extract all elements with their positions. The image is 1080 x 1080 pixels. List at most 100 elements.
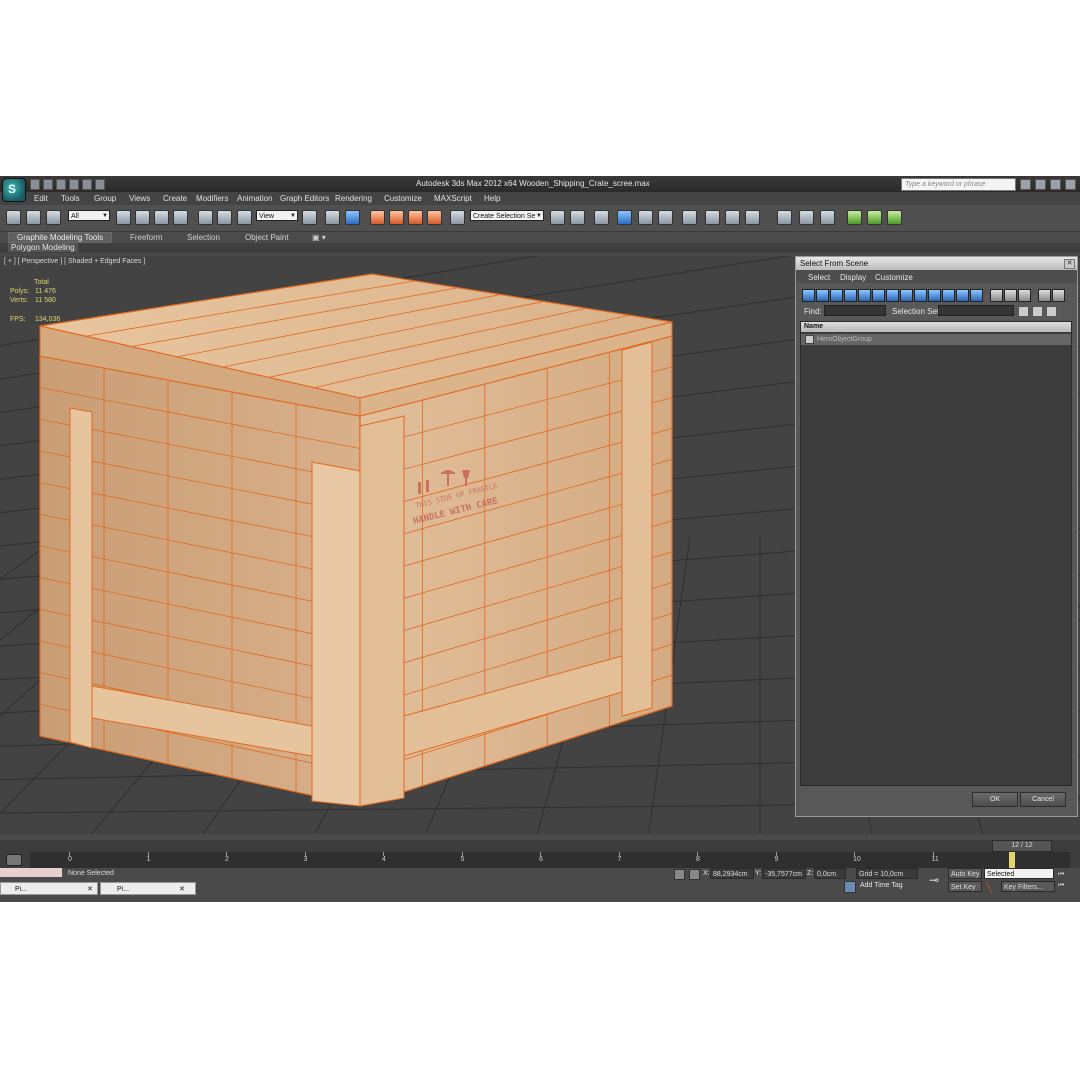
- close-icon[interactable]: ✕: [1064, 259, 1075, 269]
- rotate-icon[interactable]: [217, 210, 232, 225]
- display-helpers-icon[interactable]: [858, 289, 871, 302]
- display-cameras-icon[interactable]: [844, 289, 857, 302]
- select-and-link-icon[interactable]: [6, 210, 21, 225]
- z-coordinate-field[interactable]: 0,0cm: [814, 868, 846, 879]
- minimized-window-1[interactable]: Pi... ✕: [0, 882, 98, 895]
- set-key-key-icon[interactable]: ⊸: [924, 870, 944, 890]
- time-tag-icon[interactable]: [844, 881, 856, 893]
- x-coordinate-field[interactable]: 88,2934cm: [710, 868, 754, 879]
- select-manipulate-icon[interactable]: [325, 210, 340, 225]
- percent-snap-icon[interactable]: [408, 210, 423, 225]
- tab-object-paint[interactable]: Object Paint: [245, 233, 289, 242]
- time-slider-handle[interactable]: [1009, 852, 1015, 868]
- tab-graphite-modeling-tools[interactable]: Graphite Modeling Tools: [8, 232, 113, 243]
- add-time-tag[interactable]: Add Time Tag: [860, 882, 903, 889]
- reference-coordinate-dropdown[interactable]: View: [256, 210, 298, 222]
- populate-icon[interactable]: [820, 210, 835, 225]
- maxscript-listener-mini[interactable]: [0, 868, 62, 877]
- selection-set-dropdown[interactable]: [938, 305, 1014, 316]
- render-active-shade-icon[interactable]: [887, 210, 902, 225]
- find-input[interactable]: [824, 305, 886, 316]
- mini-curve-editor-icon[interactable]: [6, 854, 22, 866]
- schematic-view-icon[interactable]: [658, 210, 673, 225]
- menu-edit[interactable]: Edit: [34, 194, 48, 203]
- dialog-menu-customize[interactable]: Customize: [875, 273, 913, 282]
- align-icon[interactable]: [570, 210, 585, 225]
- absolute-mode-icon[interactable]: [689, 869, 700, 880]
- bind-space-warp-icon[interactable]: [46, 210, 61, 225]
- menu-group[interactable]: Group: [94, 194, 116, 203]
- layer-manager-icon[interactable]: [594, 210, 609, 225]
- create-selection-set-icon[interactable]: [1018, 306, 1029, 317]
- timeline-track[interactable]: 0 1 2 3 4 5 6 7 8 9 10 11: [30, 852, 1070, 868]
- select-object-icon[interactable]: [116, 210, 131, 225]
- tab-selection[interactable]: Selection: [187, 233, 220, 242]
- angle-snap-icon[interactable]: [389, 210, 404, 225]
- menu-tools[interactable]: Tools: [61, 194, 80, 203]
- spinner-snap-icon[interactable]: [427, 210, 442, 225]
- close-icon[interactable]: ✕: [179, 883, 185, 896]
- snaps-toggle-icon[interactable]: [370, 210, 385, 225]
- search-input[interactable]: Type a keyword or phrase: [901, 177, 1016, 191]
- menu-customize[interactable]: Customize: [384, 194, 422, 203]
- display-xrefs-icon[interactable]: [900, 289, 913, 302]
- display-hidden-icon[interactable]: [956, 289, 969, 302]
- ok-button[interactable]: OK: [972, 792, 1018, 807]
- curve-editor-icon[interactable]: [638, 210, 653, 225]
- key-filters-button[interactable]: Key Filters...: [1001, 881, 1055, 892]
- rendered-frame-window-icon[interactable]: [725, 210, 740, 225]
- frame-counter[interactable]: 12 / 12: [992, 840, 1052, 852]
- open-file-icon[interactable]: [43, 179, 53, 190]
- filter-dependents-icon[interactable]: [1052, 289, 1065, 302]
- dialog-menu-display[interactable]: Display: [840, 273, 866, 282]
- menu-animation[interactable]: Animation: [237, 194, 273, 203]
- named-selection-set-dropdown[interactable]: Create Selection Se: [470, 210, 544, 222]
- render-iterative-icon[interactable]: [867, 210, 882, 225]
- display-all-icon[interactable]: [970, 289, 983, 302]
- material-editor-icon[interactable]: [682, 210, 697, 225]
- close-icon[interactable]: ✕: [87, 883, 93, 896]
- help-icon[interactable]: [1065, 178, 1076, 190]
- menu-maxscript[interactable]: MAXScript: [434, 194, 472, 203]
- select-none-icon[interactable]: [1004, 289, 1017, 302]
- edit-named-selection-icon[interactable]: [450, 210, 465, 225]
- undo-icon[interactable]: [69, 179, 79, 190]
- display-space-warps-icon[interactable]: [872, 289, 885, 302]
- menu-graph-editors[interactable]: Graph Editors: [280, 194, 329, 203]
- ribbon-options-icon[interactable]: ▣ ▾: [312, 233, 326, 242]
- display-frozen-icon[interactable]: [942, 289, 955, 302]
- dialog-menu-select[interactable]: Select: [808, 273, 830, 282]
- select-all-icon[interactable]: [990, 289, 1003, 302]
- selection-filter-dropdown[interactable]: All: [68, 210, 110, 222]
- invert-selection-icon[interactable]: [1018, 289, 1031, 302]
- 3ds-max-logo-icon[interactable]: S: [2, 178, 26, 202]
- set-key-button[interactable]: Set Key: [948, 881, 982, 892]
- cancel-button[interactable]: Cancel: [1020, 792, 1066, 807]
- communication-center-icon[interactable]: [1035, 178, 1046, 190]
- move-icon[interactable]: [198, 210, 213, 225]
- menu-views[interactable]: Views: [129, 194, 150, 203]
- tab-freeform[interactable]: Freeform: [130, 233, 162, 242]
- save-file-icon[interactable]: [56, 179, 66, 190]
- keyboard-shortcut-override-icon[interactable]: [345, 210, 360, 225]
- column-header-name[interactable]: Name: [801, 322, 1071, 332]
- quick-render-icon[interactable]: [847, 210, 862, 225]
- menu-help[interactable]: Help: [484, 194, 500, 203]
- display-groups-icon[interactable]: [886, 289, 899, 302]
- mirror-icon[interactable]: [550, 210, 565, 225]
- delete-selection-set-icon[interactable]: [1032, 306, 1043, 317]
- display-bones-icon[interactable]: [914, 289, 927, 302]
- render-setup-icon[interactable]: [705, 210, 720, 225]
- project-folder-icon[interactable]: [95, 179, 105, 190]
- redo-icon[interactable]: [82, 179, 92, 190]
- display-lights-icon[interactable]: [830, 289, 843, 302]
- display-containers-icon[interactable]: [928, 289, 941, 302]
- unlink-icon[interactable]: [26, 210, 41, 225]
- new-file-icon[interactable]: [30, 179, 40, 190]
- render-production-icon[interactable]: [745, 210, 760, 225]
- lock-selection-icon[interactable]: [674, 869, 685, 880]
- binoculars-icon[interactable]: [1020, 178, 1031, 190]
- scale-icon[interactable]: [237, 210, 252, 225]
- graphite-toggle-icon[interactable]: [617, 210, 632, 225]
- display-shapes-icon[interactable]: [816, 289, 829, 302]
